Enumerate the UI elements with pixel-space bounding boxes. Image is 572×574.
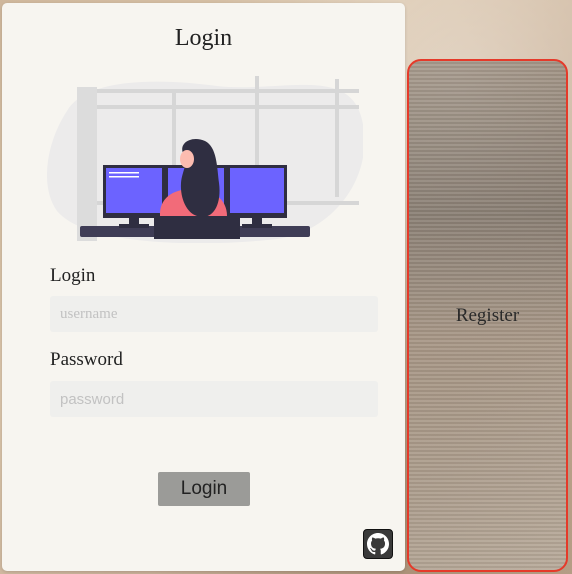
login-label: Login [50, 265, 96, 286]
workstation-illustration [47, 76, 363, 243]
register-link[interactable]: Register [409, 305, 566, 327]
page-title: Login [174, 25, 233, 51]
register-panel[interactable]: Register [407, 59, 568, 572]
github-icon [367, 533, 389, 555]
login-button[interactable]: Login [158, 472, 250, 506]
github-button[interactable] [363, 529, 393, 559]
login-card: Login Login Passwor [2, 3, 405, 571]
password-label: Password [50, 349, 123, 370]
username-input[interactable] [50, 296, 378, 332]
password-input[interactable] [50, 381, 378, 417]
